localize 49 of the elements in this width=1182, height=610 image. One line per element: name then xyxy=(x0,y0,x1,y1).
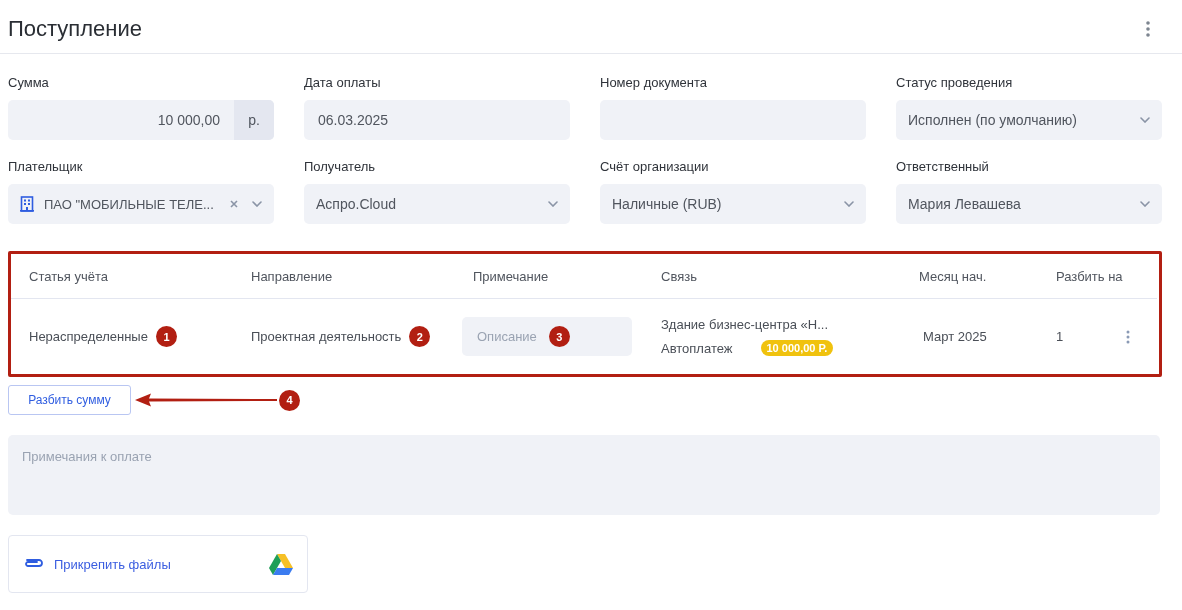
attach-files-link[interactable]: Прикрепить файлы xyxy=(23,556,171,572)
select-field[interactable]: Аспро.Cloud xyxy=(304,184,570,224)
column-header: Статья учёта xyxy=(29,268,110,284)
field-label: Ответственный xyxy=(896,158,990,175)
link-title[interactable]: Здание бизнес-центра «Н... xyxy=(661,317,829,332)
link-subtitle: Автоплатеж xyxy=(661,340,733,356)
amount-badge: 10 000,00 Р. xyxy=(760,340,834,356)
paperclip-icon xyxy=(23,559,43,569)
annotation-marker: 4 xyxy=(279,389,300,411)
field-label: Плательщик xyxy=(8,158,84,175)
chevron-down-icon xyxy=(1140,117,1150,123)
select-field[interactable]: Мария Левашева xyxy=(896,184,1162,224)
column-header: Разбить на xyxy=(1056,268,1124,284)
column-header: Направление xyxy=(251,268,334,284)
field-label: Получатель xyxy=(304,158,377,175)
annotation-marker: 3 xyxy=(548,326,570,347)
chevron-down-icon xyxy=(844,201,854,207)
description-field[interactable]: Описание 3 xyxy=(462,317,632,356)
more-icon[interactable] xyxy=(1146,20,1150,37)
field-label: Счёт организации xyxy=(600,158,710,175)
table-cell: Март 2025 xyxy=(923,329,987,344)
split-amount-button[interactable]: Разбить сумму xyxy=(8,385,131,415)
annotation-marker: 1 xyxy=(155,326,177,347)
field-label: Сумма xyxy=(8,74,50,91)
column-header: Связь xyxy=(661,268,698,284)
clear-icon[interactable] xyxy=(230,200,238,208)
select-field[interactable]: Наличные (RUB) xyxy=(600,184,866,224)
chevron-down-icon xyxy=(548,201,558,207)
table-cell: Проектная деятельность xyxy=(251,329,402,344)
amount-field[interactable]: 10 000,00 р. xyxy=(8,100,274,140)
page-title: Поступление xyxy=(8,15,143,42)
column-header: Примечание xyxy=(473,268,550,284)
chevron-down-icon xyxy=(1140,201,1150,207)
field-label: Статус проведения xyxy=(896,74,1014,91)
annotation-marker: 2 xyxy=(409,326,431,347)
drive-icon[interactable] xyxy=(269,553,293,575)
currency-addon: р. xyxy=(234,100,274,140)
more-icon[interactable] xyxy=(1126,329,1130,344)
field-label: Дата оплаты xyxy=(304,74,382,91)
table-cell: 1 xyxy=(1056,329,1064,344)
column-header: Месяц нач. xyxy=(919,268,988,284)
payment-notes-field[interactable]: Примечания к оплате xyxy=(8,435,1160,515)
building-icon xyxy=(20,196,34,212)
select-field[interactable]: ПАО "МОБИЛЬНЫЕ ТЕЛЕ... xyxy=(8,184,274,224)
chevron-down-icon xyxy=(252,201,262,207)
field-label: Номер документа xyxy=(600,74,708,91)
table-cell: Нераспределенные xyxy=(29,329,148,344)
input-field[interactable]: 06.03.2025 xyxy=(304,100,570,140)
select-field[interactable]: Исполнен (по умолчанию) xyxy=(896,100,1162,140)
